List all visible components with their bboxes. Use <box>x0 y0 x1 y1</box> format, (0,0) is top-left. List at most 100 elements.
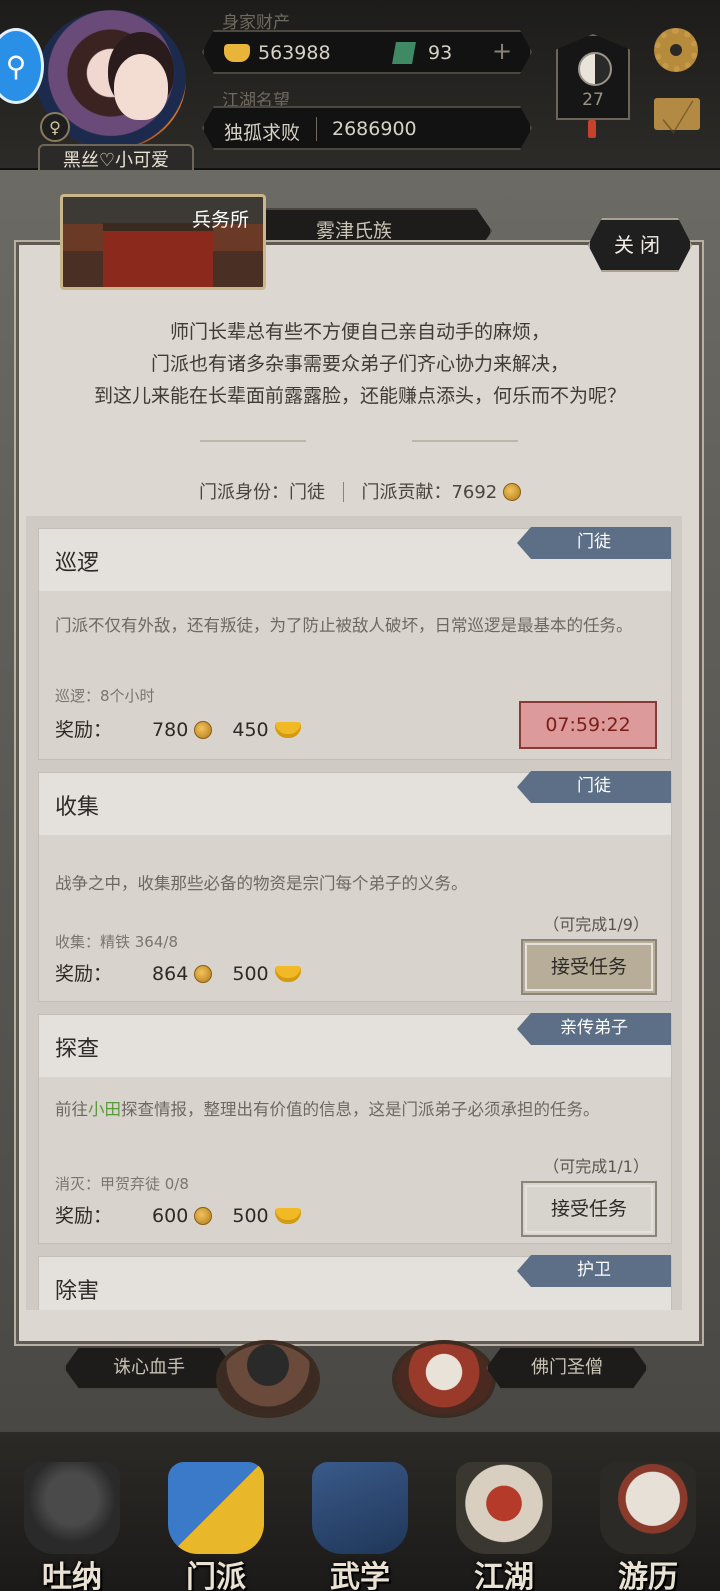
task-header: 探查 亲传弟子 <box>39 1013 671 1077</box>
task-card-collect: 收集 门徒 战争之中，收集那些必备的物资是宗门每个弟子的义务。 （可完成1/9）… <box>38 771 672 1002</box>
close-button[interactable]: 关闭 <box>588 218 692 272</box>
identity-value: 门徒 <box>288 482 325 503</box>
task-description: 战争之中，收集那些必备的物资是宗门每个弟子的义务。 <box>55 874 468 893</box>
contribution-label: 门派贡献： <box>361 482 452 503</box>
npc-name-plate[interactable]: 诛心血手 <box>64 1346 234 1390</box>
jade-icon <box>392 42 416 64</box>
reward-coin-value: 864 <box>152 963 189 985</box>
task-rank-tag: 门徒 <box>517 527 671 559</box>
yinyang-icon <box>578 52 612 86</box>
divider <box>316 117 317 141</box>
reward-coin-value: 780 <box>152 719 189 741</box>
fame-bar: 独孤求败 2686900 <box>202 106 532 150</box>
task-description: 门派不仅有外敌，还有叛徒，为了防止被敌人破坏，日常巡逻是最基本的任务。 <box>55 616 633 635</box>
reward-label: 奖励： <box>55 719 113 741</box>
accept-task-button[interactable]: 接受任务 <box>521 1181 657 1237</box>
wealth-bar: 563988 93 + <box>202 30 532 74</box>
reward-label: 奖励： <box>55 963 113 985</box>
task-availability: （可完成1/1） <box>543 1157 649 1176</box>
task-header: 巡逻 门徒 <box>39 527 671 591</box>
nav-label: 游历 <box>618 1560 678 1591</box>
panel-intro: 师门长辈总有些不方便自己亲自动手的麻烦， 门派也有诸多杂事需要众弟子们齐心协力来… <box>40 316 680 412</box>
nav-label: 江湖 <box>474 1560 534 1591</box>
sect-banner-icon <box>168 1462 264 1554</box>
jade-value: 93 <box>428 42 453 64</box>
reward-coin-value: 600 <box>152 1205 189 1227</box>
gold-ingot-icon <box>274 1208 301 1224</box>
task-title: 巡逻 <box>55 551 100 576</box>
reward-gold-value: 500 <box>232 1205 269 1227</box>
task-reward: 奖励： 600 500 <box>55 1201 301 1228</box>
task-availability: （可完成1/9） <box>543 915 649 934</box>
contribution-coin-icon <box>503 483 521 501</box>
avatar-face <box>114 54 168 120</box>
task-card-exterminate: 除害 护卫 <box>38 1255 672 1310</box>
description-text: 前往 <box>55 1100 88 1119</box>
coin-icon <box>194 1207 213 1225</box>
nav-breathing[interactable]: 吐纳 <box>0 1432 144 1591</box>
task-list[interactable]: 巡逻 门徒 门派不仅有外敌，还有叛徒，为了防止被敌人破坏，日常巡逻是最基本的任务… <box>26 516 682 1310</box>
nav-martial-arts[interactable]: 武学 <box>288 1432 432 1591</box>
task-description: 前往小田探查情报，整理出有价值的信息，这是门派弟子必须承担的任务。 <box>55 1095 655 1125</box>
task-rank-tag: 亲传弟子 <box>517 1013 671 1045</box>
fame-value: 2686900 <box>332 118 417 140</box>
nav-label: 门派 <box>186 1560 246 1591</box>
panel-title: 兵务所 <box>191 209 249 231</box>
ornament-divider <box>412 440 518 442</box>
intro-line: 师门长辈总有些不方便自己亲自动手的麻烦， <box>169 321 550 343</box>
npc-name-plate[interactable]: 佛门圣僧 <box>486 1346 648 1390</box>
task-title: 探查 <box>55 1037 100 1062</box>
location-link[interactable]: 小田 <box>88 1100 121 1119</box>
bamboo-hat-icon <box>456 1462 552 1554</box>
gold-value: 563988 <box>258 42 331 64</box>
add-currency-button[interactable]: + <box>490 40 514 64</box>
task-requirement: 巡逻：8个小时 <box>55 687 155 705</box>
task-rank-tag: 门徒 <box>517 771 671 803</box>
gold-ingot-icon <box>274 722 301 738</box>
task-timer: 07:59:22 <box>519 701 657 749</box>
coin-icon <box>194 965 213 983</box>
level-badge[interactable]: 27 <box>556 34 630 120</box>
level-value: 27 <box>582 90 604 110</box>
nav-travel[interactable]: 游历 <box>576 1432 720 1591</box>
task-reward: 奖励： 864 500 <box>55 959 301 986</box>
task-rank-tag: 护卫 <box>517 1255 671 1287</box>
coin-icon <box>194 721 213 739</box>
task-header: 除害 护卫 <box>39 1255 671 1310</box>
reward-gold-value: 500 <box>232 963 269 985</box>
gear-icon[interactable] <box>654 28 698 72</box>
white-horse-icon <box>600 1462 696 1554</box>
description-text: 探查情报，整理出有价值的信息，这是门派弟子必须承担的任务。 <box>121 1100 600 1119</box>
task-requirement: 消灭：甲贺弃徒 0/8 <box>55 1175 189 1193</box>
scroll-book-icon <box>312 1462 408 1554</box>
top-bar: ⚲ ♀ 黑丝♡小可爱 身家财产 563988 93 + 江湖名望 独孤求败 26… <box>0 0 720 178</box>
task-card-scout: 探查 亲传弟子 前往小田探查情报，整理出有价值的信息，这是门派弟子必须承担的任务… <box>38 1013 672 1244</box>
accept-task-button[interactable]: 接受任务 <box>521 939 657 995</box>
bottom-nav: 吐纳 门派 武学 江湖 游历 <box>0 1430 720 1591</box>
task-title: 除害 <box>55 1279 100 1304</box>
npc-portrait[interactable] <box>392 1340 496 1418</box>
gold-ingot-icon <box>224 44 250 62</box>
npc-portrait[interactable] <box>216 1340 320 1418</box>
reward-gold-value: 450 <box>232 719 269 741</box>
player-title: 独孤求败 <box>224 122 301 144</box>
nav-label: 武学 <box>330 1560 390 1591</box>
task-header: 收集 门徒 <box>39 771 671 835</box>
ornament-divider <box>200 440 306 442</box>
gender-female-icon: ♀ <box>40 112 70 142</box>
divider <box>342 482 344 502</box>
meditation-figure-icon <box>24 1462 120 1554</box>
identity-label: 门派身份： <box>198 482 289 503</box>
mail-icon[interactable] <box>654 98 700 130</box>
wealth-label: 身家财产 <box>222 13 290 33</box>
reward-label: 奖励： <box>55 1205 113 1227</box>
tassel-ornament <box>588 120 596 138</box>
nav-sect[interactable]: 门派 <box>144 1432 288 1591</box>
intro-line: 到这儿来能在长辈面前露露脸，还能赚点添头，何乐而不为呢？ <box>93 385 626 407</box>
task-title: 收集 <box>55 795 100 820</box>
nav-jianghu[interactable]: 江湖 <box>432 1432 576 1591</box>
panel-title-card: 兵务所 <box>60 194 266 290</box>
task-requirement: 收集：精铁 364/8 <box>55 933 178 951</box>
sect-status: 门派身份：门徒 门派贡献：7692 <box>0 478 720 504</box>
intro-line: 门派也有诸多杂事需要众弟子们齐心协力来解决， <box>150 353 569 375</box>
